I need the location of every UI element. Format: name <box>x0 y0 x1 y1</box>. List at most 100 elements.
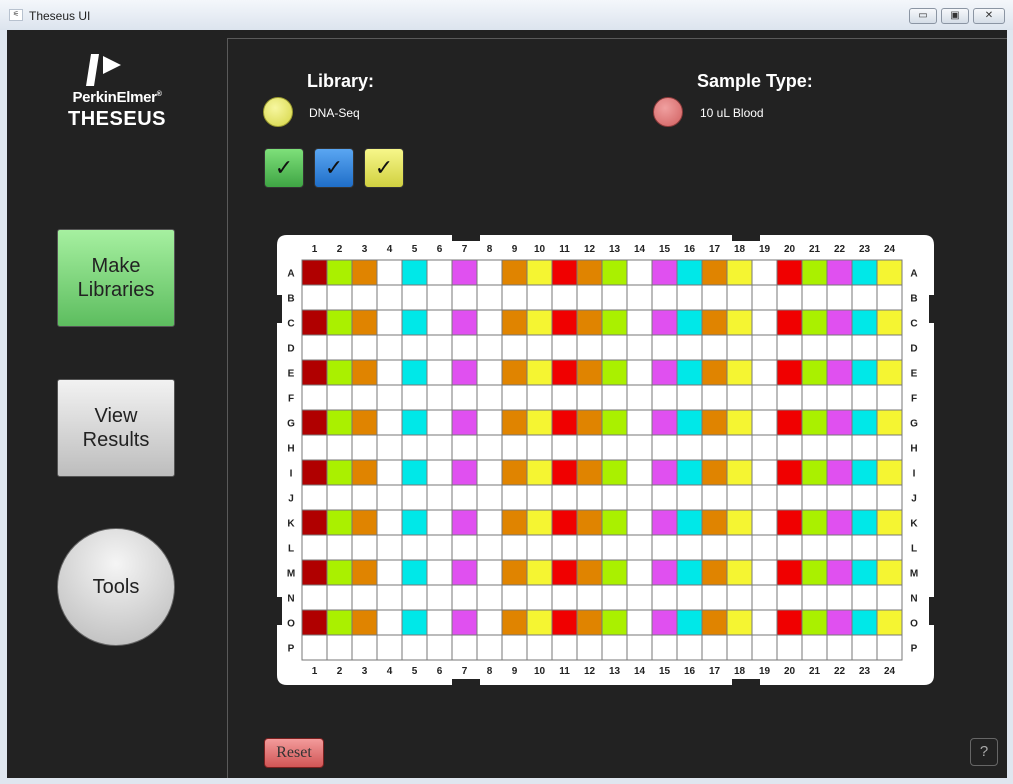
well-N7[interactable] <box>451 584 478 611</box>
well-C10[interactable] <box>526 309 553 336</box>
well-N23[interactable] <box>851 584 878 611</box>
well-M5[interactable] <box>401 559 428 586</box>
well-B7[interactable] <box>451 284 478 311</box>
well-L23[interactable] <box>851 534 878 561</box>
well-P11[interactable] <box>551 634 578 661</box>
well-I6[interactable] <box>426 459 453 486</box>
well-J13[interactable] <box>601 484 628 511</box>
close-button[interactable]: ✕ <box>973 8 1005 24</box>
well-D3[interactable] <box>351 334 378 361</box>
well-O3[interactable] <box>351 609 378 636</box>
well-K19[interactable] <box>751 509 778 536</box>
well-E1[interactable] <box>301 359 328 386</box>
well-K8[interactable] <box>476 509 503 536</box>
well-A6[interactable] <box>426 259 453 286</box>
well-D20[interactable] <box>776 334 803 361</box>
well-L2[interactable] <box>326 534 353 561</box>
well-C22[interactable] <box>826 309 853 336</box>
well-J16[interactable] <box>676 484 703 511</box>
well-K1[interactable] <box>301 509 328 536</box>
well-D16[interactable] <box>676 334 703 361</box>
well-P7[interactable] <box>451 634 478 661</box>
well-L16[interactable] <box>676 534 703 561</box>
well-A7[interactable] <box>451 259 478 286</box>
well-H8[interactable] <box>476 434 503 461</box>
well-M1[interactable] <box>301 559 328 586</box>
well-F24[interactable] <box>876 384 903 411</box>
well-C11[interactable] <box>551 309 578 336</box>
well-F16[interactable] <box>676 384 703 411</box>
well-O2[interactable] <box>326 609 353 636</box>
well-N9[interactable] <box>501 584 528 611</box>
well-H22[interactable] <box>826 434 853 461</box>
well-C18[interactable] <box>726 309 753 336</box>
well-D14[interactable] <box>626 334 653 361</box>
well-L19[interactable] <box>751 534 778 561</box>
well-H17[interactable] <box>701 434 728 461</box>
well-P21[interactable] <box>801 634 828 661</box>
well-O19[interactable] <box>751 609 778 636</box>
well-E4[interactable] <box>376 359 403 386</box>
well-E9[interactable] <box>501 359 528 386</box>
well-I21[interactable] <box>801 459 828 486</box>
well-I9[interactable] <box>501 459 528 486</box>
well-N14[interactable] <box>626 584 653 611</box>
well-B10[interactable] <box>526 284 553 311</box>
well-E8[interactable] <box>476 359 503 386</box>
well-B24[interactable] <box>876 284 903 311</box>
well-F15[interactable] <box>651 384 678 411</box>
well-N10[interactable] <box>526 584 553 611</box>
well-G2[interactable] <box>326 409 353 436</box>
well-H6[interactable] <box>426 434 453 461</box>
well-J21[interactable] <box>801 484 828 511</box>
well-J15[interactable] <box>651 484 678 511</box>
well-G1[interactable] <box>301 409 328 436</box>
well-F4[interactable] <box>376 384 403 411</box>
well-P19[interactable] <box>751 634 778 661</box>
well-G3[interactable] <box>351 409 378 436</box>
well-B2[interactable] <box>326 284 353 311</box>
well-H14[interactable] <box>626 434 653 461</box>
well-D10[interactable] <box>526 334 553 361</box>
well-D18[interactable] <box>726 334 753 361</box>
well-L8[interactable] <box>476 534 503 561</box>
well-J9[interactable] <box>501 484 528 511</box>
well-H5[interactable] <box>401 434 428 461</box>
well-D13[interactable] <box>601 334 628 361</box>
well-N12[interactable] <box>576 584 603 611</box>
well-F17[interactable] <box>701 384 728 411</box>
well-H2[interactable] <box>326 434 353 461</box>
well-N8[interactable] <box>476 584 503 611</box>
well-O24[interactable] <box>876 609 903 636</box>
well-C7[interactable] <box>451 309 478 336</box>
well-D12[interactable] <box>576 334 603 361</box>
well-K5[interactable] <box>401 509 428 536</box>
well-K12[interactable] <box>576 509 603 536</box>
well-H13[interactable] <box>601 434 628 461</box>
well-E12[interactable] <box>576 359 603 386</box>
well-M2[interactable] <box>326 559 353 586</box>
well-I4[interactable] <box>376 459 403 486</box>
well-E10[interactable] <box>526 359 553 386</box>
well-F5[interactable] <box>401 384 428 411</box>
well-D15[interactable] <box>651 334 678 361</box>
well-H11[interactable] <box>551 434 578 461</box>
well-L21[interactable] <box>801 534 828 561</box>
maximize-button[interactable]: ▣ <box>941 8 969 24</box>
well-P4[interactable] <box>376 634 403 661</box>
well-K24[interactable] <box>876 509 903 536</box>
well-E3[interactable] <box>351 359 378 386</box>
well-C14[interactable] <box>626 309 653 336</box>
reset-button[interactable]: Reset <box>264 738 324 768</box>
well-D5[interactable] <box>401 334 428 361</box>
well-B14[interactable] <box>626 284 653 311</box>
well-K3[interactable] <box>351 509 378 536</box>
well-A21[interactable] <box>801 259 828 286</box>
well-G19[interactable] <box>751 409 778 436</box>
well-M6[interactable] <box>426 559 453 586</box>
well-N2[interactable] <box>326 584 353 611</box>
well-D22[interactable] <box>826 334 853 361</box>
well-H15[interactable] <box>651 434 678 461</box>
well-B6[interactable] <box>426 284 453 311</box>
well-J23[interactable] <box>851 484 878 511</box>
